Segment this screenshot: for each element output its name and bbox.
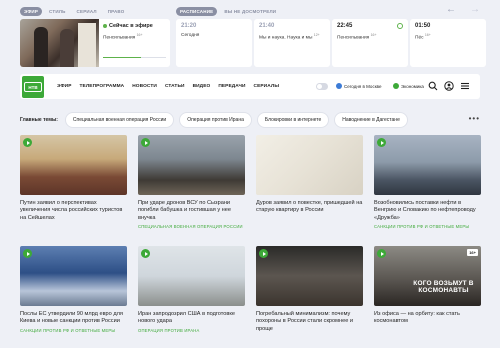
live-title: Сейчас в эфире [109, 23, 153, 29]
nav-item-video[interactable]: ВИДЕО [193, 84, 211, 89]
play-icon [377, 138, 386, 147]
nav-icons [428, 81, 470, 91]
nav-item-news[interactable]: НОВОСТИ [132, 84, 157, 89]
user-icon[interactable] [444, 81, 454, 91]
news-title[interactable]: Послы ЕС утвердили 90 млрд евро для Киев… [20, 311, 127, 326]
economy-label: Экономика [401, 83, 424, 89]
pill-pravo[interactable]: ПРАВО [104, 7, 129, 16]
news-title[interactable]: При ударе дронов ВСУ по Сызрани погибли … [138, 200, 245, 222]
news-image [256, 135, 363, 195]
schedule-name: Пёс [415, 35, 424, 41]
economy-widget[interactable]: Экономика [393, 83, 424, 89]
theme-toggle[interactable] [316, 83, 328, 90]
schedule-name: Мы и наука. Наука и мы [259, 35, 313, 41]
schedule-item[interactable]: 22:45 Пенсильвания 16+ [332, 19, 408, 67]
topic-chip[interactable]: Блокировки в интернете [256, 112, 330, 128]
more-icon[interactable]: ••• [469, 114, 480, 123]
schedule-time: 21:20 [181, 23, 197, 29]
schedule-name: Пенсильвания [337, 35, 370, 41]
weather-label: Сегодня в Москве [344, 83, 382, 89]
nav-links: ЭФИР ТЕЛЕПРОГРАММА НОВОСТИ СТАТЬИ ВИДЕО … [57, 84, 279, 89]
weather-widget[interactable]: Сегодня в Москве [336, 83, 382, 89]
news-image [256, 246, 363, 306]
pill-serial[interactable]: СЕРИАЛ [73, 7, 101, 16]
schedule-time: 21:40 [259, 23, 275, 29]
nav-item-shows[interactable]: ПЕРЕДАЧИ [218, 84, 245, 89]
top-strip: ЭФИР СТИЛЬ СЕРИАЛ ПРАВО РАСПИСАНИЕ ВЫ НЕ… [0, 0, 500, 70]
schedule-item[interactable]: 21:40 Мы и наука. Наука и мы 12+ [254, 19, 330, 67]
live-thumbnail [20, 19, 99, 67]
live-progress-bar [103, 56, 166, 59]
nav-item-serials[interactable]: СЕРИАЛЫ [254, 84, 280, 89]
schedule-pills: РАСПИСАНИЕ ВЫ НЕ ДОСМОТРЕЛИ [176, 7, 280, 16]
schedule-name: Сегодня [181, 33, 200, 38]
nav-item-efir[interactable]: ЭФИР [57, 84, 72, 89]
play-icon [141, 249, 150, 258]
now-ring-icon [397, 23, 403, 29]
news-card[interactable]: Погребальный минимализм: почему похороны… [256, 246, 363, 335]
economy-icon [393, 83, 399, 89]
carousel-arrows: ← → [446, 5, 480, 15]
live-program: Пенсильвания 16+ [103, 33, 143, 41]
weather-icon [336, 83, 342, 89]
news-tag[interactable]: СПЕЦИАЛЬНАЯ ВОЕННАЯ ОПЕРАЦИЯ РОССИИ [138, 224, 245, 229]
age-rating-badge: 16+ [467, 249, 478, 256]
topic-chip[interactable]: Операция против Ирана [179, 112, 252, 128]
schedule-time: 01:50 [415, 23, 431, 29]
arrow-right-icon[interactable]: → [470, 5, 480, 15]
news-title[interactable]: Погребальный минимализм: почему похороны… [256, 311, 363, 333]
news-title[interactable]: Возобновились поставки нефти в Венгрию и… [374, 200, 481, 222]
schedule-item[interactable]: 21:20 Сегодня [176, 19, 252, 67]
svg-text:НТВ: НТВ [28, 85, 38, 90]
news-card[interactable]: 16+ КОГО ВОЗЬМУТ В КОСМОНАВТЫ Из офиса —… [374, 246, 481, 328]
news-card[interactable]: При ударе дронов ВСУ по Сызрани погибли … [138, 135, 245, 229]
news-title[interactable]: Иран запродозрил США в подготовке нового… [138, 311, 245, 326]
live-now-card[interactable]: Сейчас в эфире Пенсильвания 16+ [20, 19, 170, 67]
pill-efir[interactable]: ЭФИР [20, 7, 43, 16]
news-title[interactable]: Дуров заявил о повестке, пришедшей на ст… [256, 200, 363, 215]
news-card[interactable]: Возобновились поставки нефти в Венгрию и… [374, 135, 481, 229]
schedule-item[interactable]: 01:50 Пёс 16+ [410, 19, 486, 67]
section-pills: ЭФИР СТИЛЬ СЕРИАЛ ПРАВО [20, 7, 128, 16]
news-title[interactable]: Путин заявил о перспективах увеличения ч… [20, 200, 127, 222]
news-title[interactable]: Из офиса — на орбиту: как стать космонав… [374, 311, 481, 326]
search-icon[interactable] [428, 81, 438, 91]
schedule-time: 22:45 [337, 23, 353, 29]
news-tag[interactable]: ОПЕРАЦИЯ ПРОТИВ ИРАНА [138, 328, 245, 333]
pill-schedule[interactable]: РАСПИСАНИЕ [176, 7, 218, 16]
nav-item-tv-program[interactable]: ТЕЛЕПРОГРАММА [80, 84, 125, 89]
main-topics: Главные темы: Специальная военная операц… [20, 112, 480, 128]
topic-chip[interactable]: Наводнение в Дагестане [334, 112, 408, 128]
topic-chip[interactable]: Специальная военная операция России [64, 112, 175, 128]
play-icon [377, 249, 386, 258]
news-card[interactable]: Дуров заявил о повестке, пришедшей на ст… [256, 135, 363, 217]
pill-unwatched[interactable]: ВЫ НЕ ДОСМОТРЕЛИ [220, 7, 280, 16]
news-image: 16+ КОГО ВОЗЬМУТ В КОСМОНАВТЫ [374, 246, 481, 306]
ntv-logo[interactable]: НТВ [22, 75, 44, 98]
arrow-left-icon[interactable]: ← [446, 5, 456, 15]
news-image [20, 246, 127, 306]
play-icon [259, 249, 268, 258]
live-indicator-icon [103, 24, 107, 28]
play-icon [23, 249, 32, 258]
play-icon [23, 138, 32, 147]
news-image [20, 135, 127, 195]
news-card[interactable]: Послы ЕС утвердили 90 млрд евро для Киев… [20, 246, 127, 333]
topics-label: Главные темы: [20, 117, 58, 123]
news-tag[interactable]: САНКЦИИ ПРОТИВ РФ И ОТВЕТНЫЕ МЕРЫ [374, 224, 481, 229]
play-icon [141, 138, 150, 147]
main-nav: НТВ ЭФИР ТЕЛЕПРОГРАММА НОВОСТИ СТАТЬИ ВИ… [20, 74, 480, 99]
news-image [138, 135, 245, 195]
news-card[interactable]: Иран запродозрил США в подготовке нового… [138, 246, 245, 333]
image-overlay-text: КОГО ВОЗЬМУТ В КОСМОНАВТЫ [413, 280, 474, 295]
news-tag[interactable]: САНКЦИИ ПРОТИВ РФ И ОТВЕТНЫЕ МЕРЫ [20, 328, 127, 333]
news-image [138, 246, 245, 306]
pill-style[interactable]: СТИЛЬ [45, 7, 70, 16]
news-image [374, 135, 481, 195]
nav-item-articles[interactable]: СТАТЬИ [165, 84, 185, 89]
news-card[interactable]: Путин заявил о перспективах увеличения ч… [20, 135, 127, 224]
menu-icon[interactable] [460, 81, 470, 91]
